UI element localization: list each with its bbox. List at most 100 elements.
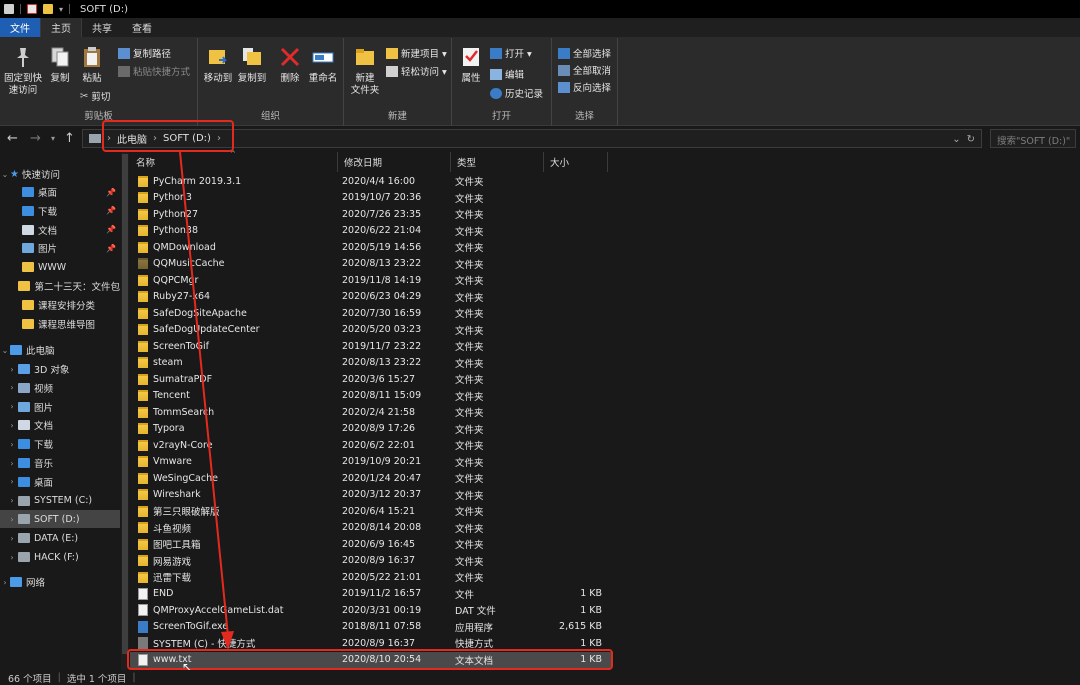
- column-header-date[interactable]: 修改日期: [338, 152, 451, 172]
- paste-button[interactable]: 粘贴: [78, 44, 106, 85]
- file-row[interactable]: SafeDogUpdateCenter 2020/5/20 03:23 文件夹: [130, 322, 612, 339]
- file-row[interactable]: steam 2020/8/13 23:22 文件夹: [130, 355, 612, 372]
- file-row[interactable]: ScreenToGif.exe 2018/8/11 07:58 应用程序 2,615 …: [130, 619, 612, 636]
- sidebar-scrollbar[interactable]: [121, 152, 129, 670]
- forward-arrow-icon[interactable]: →: [30, 131, 41, 146]
- pin-icon[interactable]: 📌: [106, 225, 116, 234]
- sidebar-item-quick-access[interactable]: ⌄ ★ 快速访问: [0, 165, 120, 183]
- column-header-name[interactable]: 名称: [130, 152, 338, 172]
- sidebar-item-pc[interactable]: › 桌面: [0, 473, 120, 491]
- sidebar-item-pc[interactable]: › HACK (F:): [0, 548, 120, 566]
- delete-button[interactable]: 删除: [276, 44, 304, 85]
- expanded-chevron-icon[interactable]: ⌄: [0, 346, 10, 355]
- file-row[interactable]: TommSearch 2020/2/4 21:58 文件夹: [130, 404, 612, 421]
- copy-button[interactable]: 复制: [46, 44, 74, 85]
- file-row[interactable]: 图吧工具箱 2020/6/9 16:45 文件夹: [130, 536, 612, 553]
- sidebar-item-pc[interactable]: › SYSTEM (C:): [0, 492, 120, 510]
- tab-file[interactable]: 文件: [0, 18, 40, 37]
- sidebar-item-quick[interactable]: 课程思维导图: [0, 315, 120, 333]
- file-row[interactable]: Wireshark 2020/3/12 20:37 文件夹: [130, 487, 612, 504]
- file-row[interactable]: QQPCMgr 2019/11/8 14:19 文件夹: [130, 272, 612, 289]
- back-arrow-icon[interactable]: ←: [7, 131, 18, 146]
- sidebar-item-quick[interactable]: 桌面 📌: [0, 183, 120, 201]
- file-row[interactable]: 网易游戏 2020/8/9 16:37 文件夹: [130, 553, 612, 570]
- sidebar-item-pc[interactable]: › 音乐: [0, 454, 120, 472]
- sidebar-item-pc[interactable]: › DATA (E:): [0, 529, 120, 547]
- file-row[interactable]: Python3 2019/10/7 20:36 文件夹: [130, 190, 612, 207]
- collapsed-chevron-icon[interactable]: ›: [0, 365, 18, 374]
- file-row[interactable]: Vmware 2019/10/9 20:21 文件夹: [130, 454, 612, 471]
- file-row[interactable]: END 2019/11/2 16:57 文件 1 KB: [130, 586, 612, 603]
- refresh-icon[interactable]: ↻: [967, 134, 975, 145]
- collapsed-chevron-icon[interactable]: ›: [0, 553, 18, 562]
- sidebar-item-pc[interactable]: › 下载: [0, 435, 120, 453]
- sidebar-item-network[interactable]: › 网络: [0, 573, 120, 591]
- open-button[interactable]: 打开 ▾: [490, 46, 532, 60]
- up-arrow-icon[interactable]: ↑: [64, 131, 75, 146]
- move-to-button[interactable]: 移动到: [202, 44, 234, 85]
- pin-to-quick-access-button[interactable]: 固定到快 速访问: [4, 44, 42, 97]
- tab-view[interactable]: 查看: [122, 18, 162, 37]
- column-header-size[interactable]: 大小: [544, 152, 608, 172]
- file-row[interactable]: Python27 2020/7/26 23:35 文件夹: [130, 206, 612, 223]
- easy-access-button[interactable]: 轻松访问 ▾: [386, 64, 447, 78]
- pin-icon[interactable]: 📌: [106, 244, 116, 253]
- sidebar-item-quick[interactable]: 图片 📌: [0, 239, 120, 257]
- recent-locations-chevron-icon[interactable]: ▾: [51, 134, 55, 143]
- sidebar-item-quick[interactable]: 下载 📌: [0, 202, 120, 220]
- quick-access-toolbar-dropdown-icon[interactable]: ▾: [59, 5, 63, 14]
- history-button[interactable]: 历史记录: [490, 86, 543, 100]
- sidebar-item-quick[interactable]: 文档 📌: [0, 221, 120, 239]
- rename-button[interactable]: 重命名: [306, 44, 340, 85]
- file-row[interactable]: 斗鱼视频 2020/8/14 20:08 文件夹: [130, 520, 612, 537]
- collapsed-chevron-icon[interactable]: ›: [0, 534, 18, 543]
- collapsed-chevron-icon[interactable]: ›: [0, 402, 18, 411]
- file-row[interactable]: Ruby27-x64 2020/6/23 04:29 文件夹: [130, 289, 612, 306]
- sidebar-item-quick[interactable]: 课程安排分类: [0, 296, 120, 314]
- properties-quick-icon[interactable]: [27, 4, 37, 14]
- file-row[interactable]: 第三只眼破解版 2020/6/4 15:21 文件夹: [130, 503, 612, 520]
- scrollbar-thumb[interactable]: [122, 154, 128, 654]
- edit-button[interactable]: 编辑: [490, 67, 524, 81]
- invert-selection-button[interactable]: 反向选择: [558, 80, 611, 94]
- file-row[interactable]: v2rayN-Core 2020/6/2 22:01 文件夹: [130, 437, 612, 454]
- sidebar-item-pc[interactable]: › 文档: [0, 416, 120, 434]
- pin-icon[interactable]: 📌: [106, 188, 116, 197]
- properties-button[interactable]: 属性: [456, 44, 486, 85]
- collapsed-chevron-icon[interactable]: ›: [0, 440, 18, 449]
- collapsed-chevron-icon[interactable]: ›: [0, 421, 18, 430]
- new-item-button[interactable]: 新建项目 ▾: [386, 46, 447, 60]
- collapsed-chevron-icon[interactable]: ›: [0, 496, 18, 505]
- column-header-type[interactable]: 类型: [451, 152, 544, 172]
- sidebar-item-pc[interactable]: › SOFT (D:): [0, 510, 120, 529]
- pin-icon[interactable]: 📌: [106, 206, 116, 215]
- tab-home[interactable]: 主页: [40, 18, 82, 37]
- sidebar-item-this-pc[interactable]: ⌄ 此电脑: [0, 341, 120, 359]
- copy-to-button[interactable]: 复制到: [236, 44, 268, 85]
- file-row[interactable]: PyCharm 2019.3.1 2020/4/4 16:00 文件夹: [130, 173, 612, 190]
- select-all-button[interactable]: 全部选择: [558, 46, 611, 60]
- file-row[interactable]: QQMusicCache 2020/8/13 23:22 文件夹: [130, 256, 612, 273]
- collapsed-chevron-icon[interactable]: ›: [0, 578, 10, 587]
- address-dropdown-icon[interactable]: ⌄: [952, 134, 960, 145]
- sidebar-item-quick[interactable]: 第二十三天：文件包: [0, 277, 120, 295]
- copy-path-button[interactable]: 复制路径: [118, 46, 171, 60]
- file-row[interactable]: Typora 2020/8/9 17:26 文件夹: [130, 421, 612, 438]
- file-row[interactable]: SumatraPDF 2020/3/6 15:27 文件夹: [130, 371, 612, 388]
- collapsed-chevron-icon[interactable]: ›: [0, 477, 18, 486]
- file-row[interactable]: QMProxyAccelGameList.dat 2020/3/31 00:19 D…: [130, 602, 612, 619]
- new-folder-button[interactable]: 新建 文件夹: [348, 44, 382, 97]
- sidebar-item-pc[interactable]: › 视频: [0, 379, 120, 397]
- cut-button[interactable]: ✂ 剪切: [80, 89, 110, 104]
- collapsed-chevron-icon[interactable]: ›: [0, 383, 18, 392]
- tab-share[interactable]: 共享: [82, 18, 122, 37]
- collapsed-chevron-icon[interactable]: ›: [0, 459, 18, 468]
- select-none-button[interactable]: 全部取消: [558, 63, 611, 77]
- expanded-chevron-icon[interactable]: ⌄: [0, 170, 10, 179]
- file-row[interactable]: ScreenToGif 2019/11/7 23:22 文件夹: [130, 338, 612, 355]
- file-row[interactable]: WeSingCache 2020/1/24 20:47 文件夹: [130, 470, 612, 487]
- file-row[interactable]: SafeDogSiteApache 2020/7/30 16:59 文件夹: [130, 305, 612, 322]
- sidebar-item-pc[interactable]: › 3D 对象: [0, 360, 120, 378]
- collapsed-chevron-icon[interactable]: ›: [0, 515, 18, 524]
- file-row[interactable]: Python38 2020/6/22 21:04 文件夹: [130, 223, 612, 240]
